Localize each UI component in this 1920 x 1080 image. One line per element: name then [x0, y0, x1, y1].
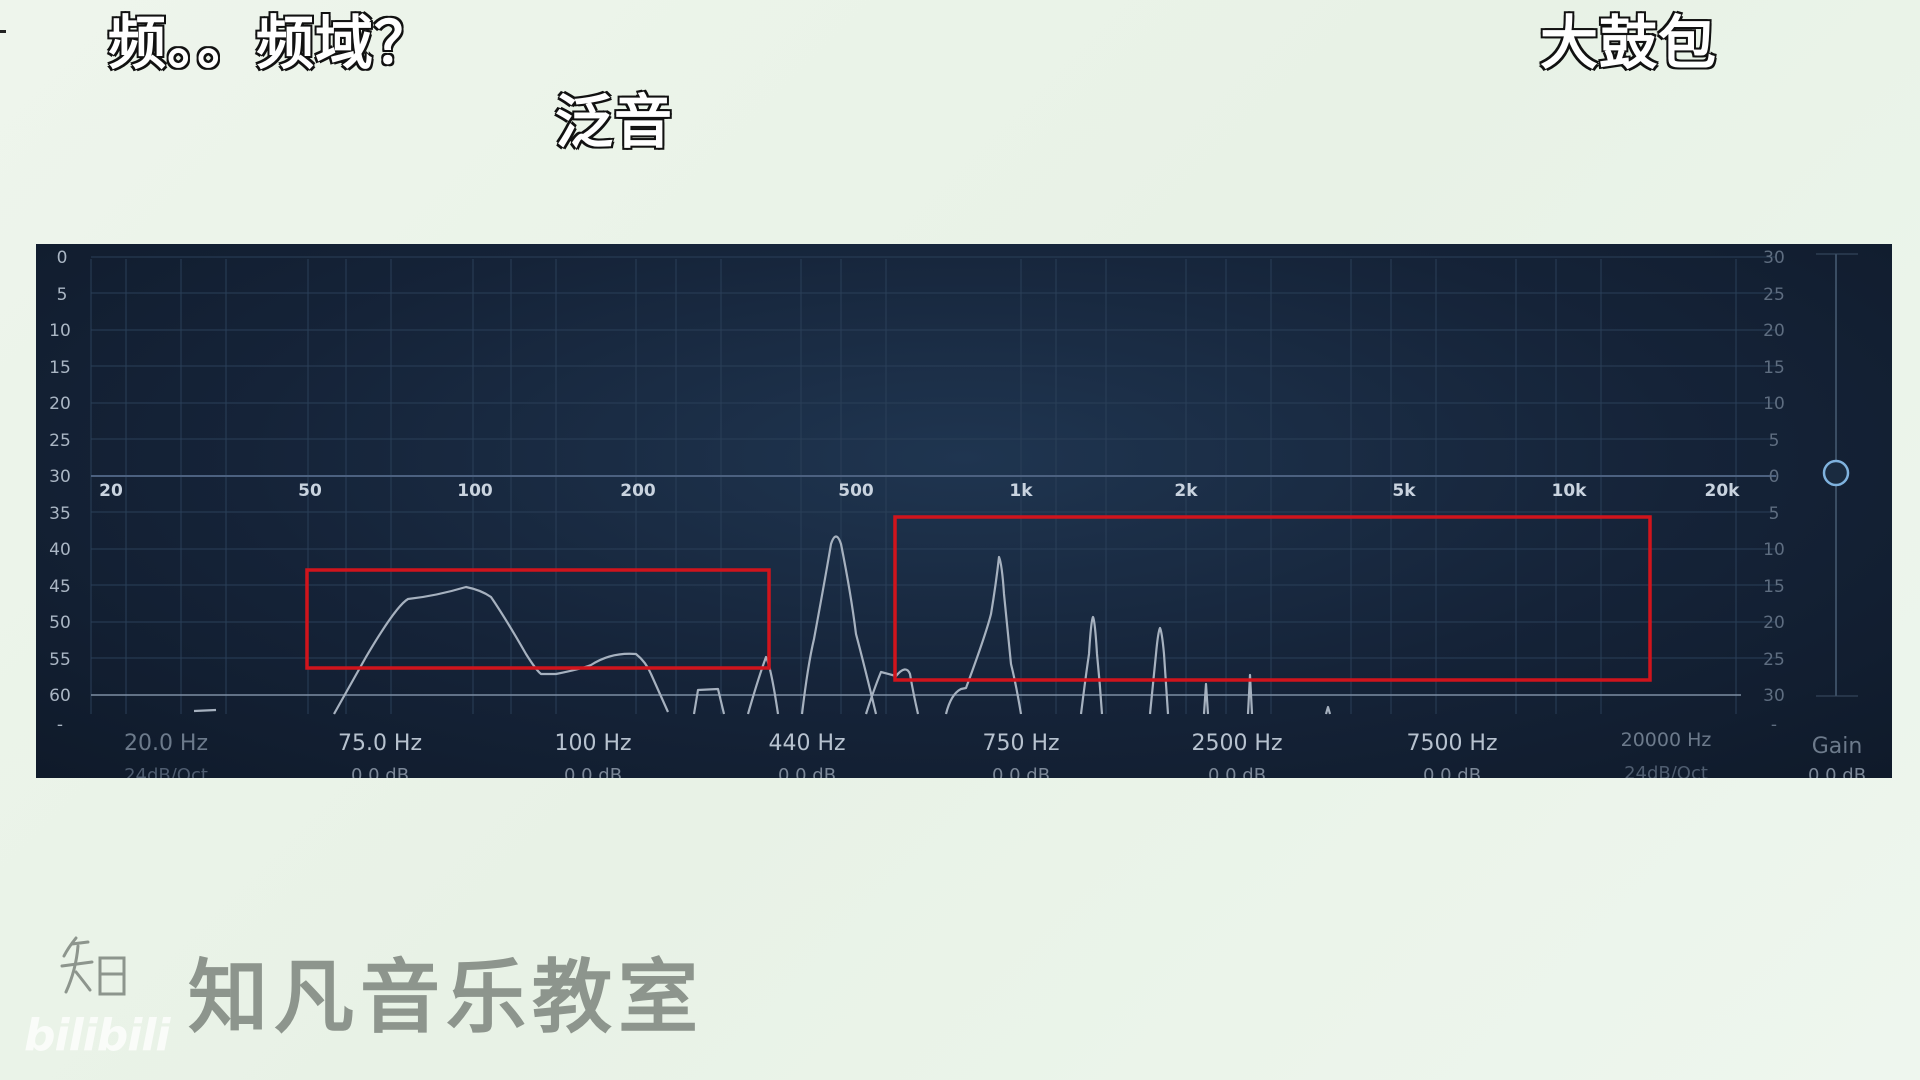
spectrum-trace [193, 535, 1332, 715]
freq-tick: 20k [1705, 481, 1741, 501]
freq-tick: 50 [298, 481, 322, 501]
freq-tick: 200 [620, 481, 656, 501]
gain-label: Gain [1812, 734, 1863, 759]
freq-tick: 500 [838, 481, 874, 501]
right-gain-scale: 30 25 20 15 10 5 0 5 10 15 20 25 30 - [1763, 248, 1785, 735]
right-tick: 25 [1763, 285, 1785, 305]
right-tick: 30 [1763, 248, 1785, 268]
left-tick: 10 [49, 321, 71, 341]
right-tick: 10 [1763, 540, 1785, 560]
right-tick: 15 [1763, 358, 1785, 378]
left-tick: 35 [49, 504, 71, 524]
left-tick: 5 [57, 285, 68, 305]
left-tick: 30 [49, 467, 71, 487]
freq-tick: 5k [1392, 481, 1416, 501]
left-tick: 55 [49, 650, 71, 670]
right-tick: 0 [1769, 467, 1780, 487]
zhi-logo-icon [60, 936, 126, 996]
right-tick: 25 [1763, 650, 1785, 670]
caption-frequency-domain: 频。。频域？ [107, 8, 434, 78]
right-tick: 30 [1763, 686, 1785, 706]
right-tick: 20 [1763, 321, 1785, 341]
left-tick: 60 [49, 686, 71, 706]
frequency-scale: 20 50 100 200 500 1k 2k 5k 10k 20k [99, 481, 1740, 501]
freq-tick: 100 [457, 481, 493, 501]
right-tick: - [1771, 715, 1777, 735]
right-tick: 5 [1769, 431, 1780, 451]
freq-tick: 20 [99, 481, 123, 501]
band-freq: 100 Hz [554, 731, 631, 756]
band-labels: 20.0 Hz 24dB/Oct 75.0 Hz 0.0 dB 100 Hz 0… [124, 729, 1866, 778]
edge-dash [0, 30, 6, 33]
caption-big-bump: 大鼓包 [1539, 8, 1718, 78]
freq-tick: 10k [1552, 481, 1588, 501]
left-tick: 45 [49, 577, 71, 597]
left-db-scale: 0 5 10 15 20 25 30 35 40 45 50 55 60 - [49, 248, 71, 735]
left-tick: 40 [49, 540, 71, 560]
band-gain: 0.0 dB [351, 765, 409, 778]
gain-slider-knob [1822, 459, 1850, 487]
band-gain: 0.0 dB [564, 765, 622, 778]
band-freq: 440 Hz [768, 731, 845, 756]
left-tick: 20 [49, 394, 71, 414]
brand-name: 知凡音乐教室 [188, 951, 704, 1044]
gain-slider[interactable] [1816, 253, 1858, 697]
right-tick: 20 [1763, 613, 1785, 633]
freq-tick: 2k [1174, 481, 1198, 501]
highlight-box-overtone [893, 515, 1652, 682]
left-tick: 25 [49, 431, 71, 451]
left-tick: 15 [49, 358, 71, 378]
right-tick: 10 [1763, 394, 1785, 414]
eq-grid [90, 256, 1776, 714]
band-gain: 0.0 dB [778, 765, 836, 778]
freq-tick: 1k [1009, 481, 1033, 501]
band-gain: 0.0 dB [992, 765, 1050, 778]
band-gain: 0.0 dB [1423, 765, 1481, 778]
band-gain: 0.0 dB [1208, 765, 1266, 778]
left-tick: - [57, 715, 63, 735]
band-freq: 20000 Hz [1621, 729, 1712, 751]
eq-graph: 0 5 10 15 20 25 30 35 40 45 50 55 60 - 3… [49, 248, 1866, 778]
left-tick: 50 [49, 613, 71, 633]
left-tick: 0 [57, 248, 68, 268]
right-tick: 15 [1763, 577, 1785, 597]
band-freq: 7500 Hz [1406, 731, 1497, 756]
bilibili-watermark: bilibili [24, 1010, 170, 1061]
band-freq: 2500 Hz [1191, 731, 1282, 756]
caption-overtone: 泛音 [554, 87, 674, 157]
band-gain: 24dB/Oct [124, 765, 208, 778]
band-freq: 750 Hz [982, 731, 1059, 756]
band-gain: 24dB/Oct [1624, 763, 1708, 778]
gain-value: 0.0 dB [1808, 765, 1866, 778]
right-tick: 5 [1769, 504, 1780, 524]
eq-analyzer-panel[interactable]: 0 5 10 15 20 25 30 35 40 45 50 55 60 - 3… [36, 244, 1892, 778]
band-freq: 75.0 Hz [338, 731, 422, 756]
band-freq: 20.0 Hz [124, 731, 208, 756]
